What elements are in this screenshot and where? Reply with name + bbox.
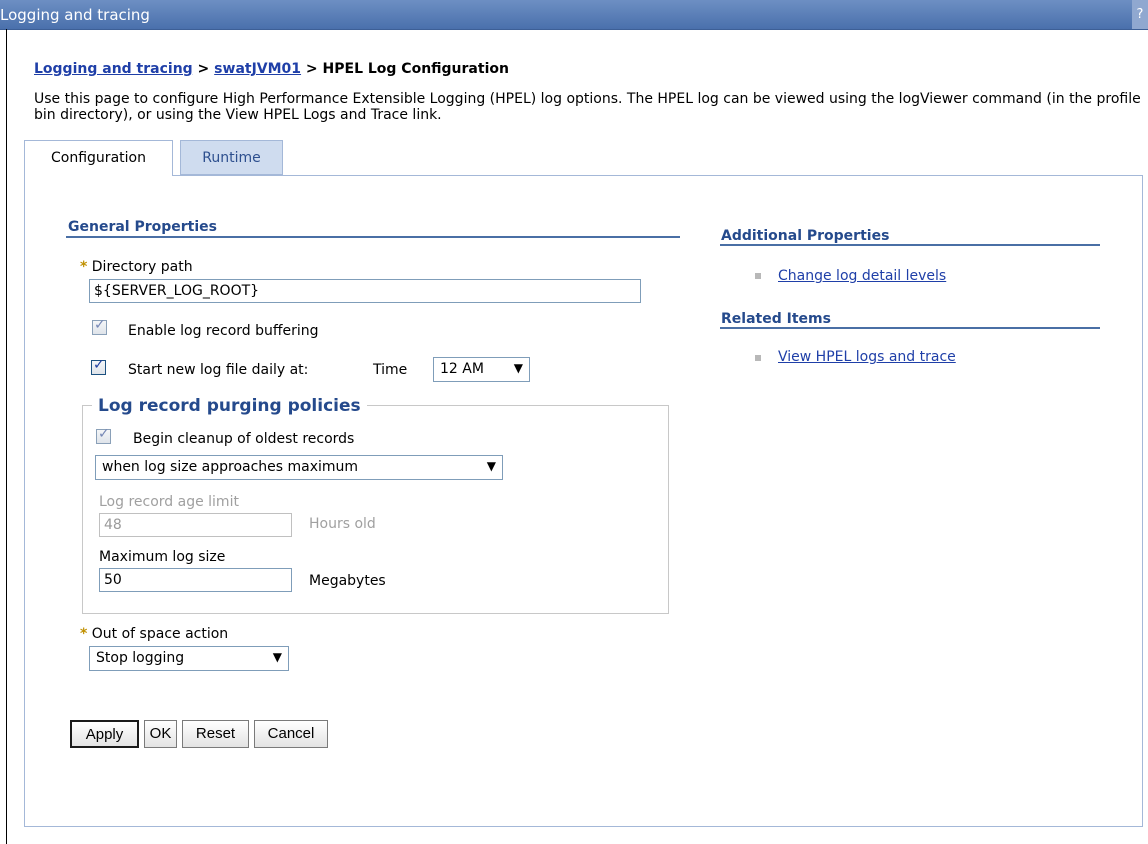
apply-button[interactable]: Apply	[70, 720, 139, 748]
directory-path-input[interactable]	[89, 279, 641, 303]
purging-policies-legend: Log record purging policies	[92, 396, 367, 416]
additional-properties-rule	[720, 244, 1100, 246]
enable-buffering-label: Enable log record buffering	[128, 323, 319, 339]
bullet-icon	[755, 355, 761, 361]
time-select-value: 12 AM	[440, 361, 484, 377]
max-size-label: Maximum log size	[99, 549, 226, 565]
bullet-icon	[755, 273, 761, 279]
begin-cleanup-label: Begin cleanup of oldest records	[133, 431, 355, 447]
directory-path-label-text: Directory path	[91, 259, 193, 275]
out-of-space-select[interactable]: Stop logging ▼	[89, 646, 289, 671]
window-titlebar: Logging and tracing ?	[0, 0, 1148, 30]
additional-properties-title: Additional Properties	[721, 228, 890, 244]
max-size-unit-label: Megabytes	[309, 573, 386, 589]
related-items-title: Related Items	[721, 311, 831, 327]
reset-button[interactable]: Reset	[182, 720, 249, 748]
required-marker: *	[80, 626, 88, 642]
checkmark-icon: ✓	[93, 357, 105, 373]
change-log-detail-levels-link[interactable]: Change log detail levels	[778, 268, 946, 284]
enable-buffering-checkbox[interactable]: ✓	[92, 317, 107, 335]
age-unit-label: Hours old	[309, 516, 376, 532]
directory-path-label: * Directory path	[80, 259, 193, 275]
breadcrumb-separator: >	[301, 61, 323, 77]
start-new-log-label: Start new log file daily at:	[128, 362, 309, 378]
out-of-space-label-text: Out of space action	[91, 626, 229, 642]
related-items-rule	[720, 327, 1100, 329]
time-select[interactable]: 12 AM ▼	[433, 357, 530, 382]
begin-cleanup-checkbox[interactable]: ✓	[96, 426, 111, 444]
cleanup-mode-value: when log size approaches maximum	[102, 459, 359, 475]
out-of-space-label: * Out of space action	[80, 626, 228, 642]
view-hpel-logs-link[interactable]: View HPEL logs and trace	[778, 349, 956, 365]
dropdown-arrow-icon: ▼	[486, 459, 496, 473]
breadcrumb-current: HPEL Log Configuration	[322, 61, 509, 77]
cancel-button[interactable]: Cancel	[254, 720, 328, 748]
out-of-space-value: Stop logging	[96, 650, 185, 666]
max-size-input[interactable]	[99, 568, 292, 592]
dropdown-arrow-icon: ▼	[272, 650, 282, 664]
breadcrumb-server[interactable]: swatJVM01	[214, 61, 301, 77]
tab-runtime[interactable]: Runtime	[180, 140, 283, 175]
left-border	[6, 29, 7, 844]
cleanup-mode-select[interactable]: when log size approaches maximum ▼	[95, 455, 503, 480]
time-label: Time	[373, 362, 408, 378]
page-description: Use this page to configure High Performa…	[34, 91, 1141, 123]
general-properties-title: General Properties	[68, 219, 217, 235]
ok-button[interactable]: OK	[144, 720, 177, 748]
dropdown-arrow-icon: ▼	[513, 361, 523, 375]
age-limit-label: Log record age limit	[99, 494, 239, 510]
required-marker: *	[80, 259, 88, 275]
checkmark-icon: ✓	[98, 426, 110, 442]
window-title: Logging and tracing	[0, 6, 150, 24]
age-limit-input	[99, 513, 292, 537]
help-icon[interactable]: ?	[1132, 0, 1148, 29]
breadcrumb-separator: >	[192, 61, 215, 77]
breadcrumb-logging-and-tracing[interactable]: Logging and tracing	[34, 61, 193, 77]
breadcrumb: Logging and tracing > swatJVM01 > HPEL L…	[34, 61, 509, 77]
general-properties-rule	[66, 236, 680, 238]
checkmark-icon: ✓	[94, 317, 106, 333]
tab-configuration[interactable]: Configuration	[24, 140, 173, 176]
start-new-log-checkbox[interactable]: ✓	[91, 357, 106, 375]
